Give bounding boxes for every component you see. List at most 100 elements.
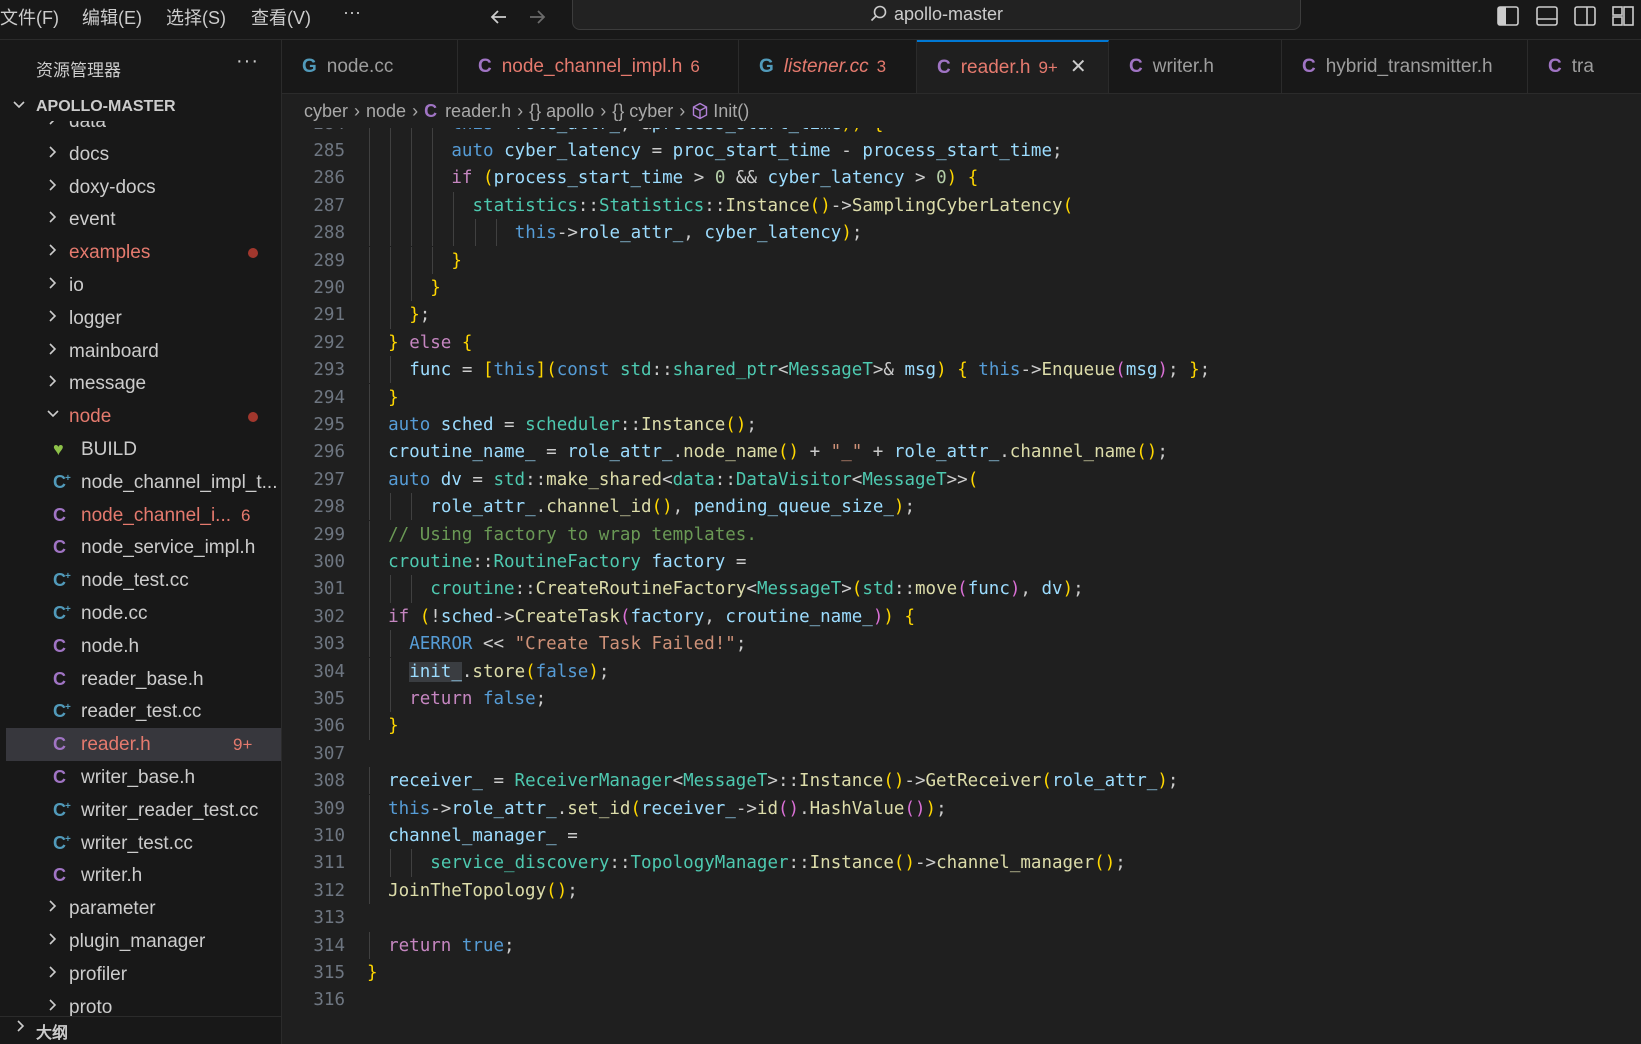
breadcrumb-function[interactable]: Init() — [713, 101, 749, 121]
indent-guide — [369, 547, 370, 576]
chevron-right-icon — [46, 925, 60, 958]
tree-item-node-h[interactable]: Cnode.h — [6, 630, 281, 663]
line-number: 310 — [313, 825, 345, 846]
tree-item-writer-test-cc[interactable]: C + writer_test.cc — [6, 827, 281, 860]
tree-item-label: logger — [69, 307, 122, 329]
line-number: 300 — [313, 551, 345, 572]
menu-select[interactable]: 选择(S) — [166, 4, 226, 30]
close-icon[interactable]: ✕ — [1070, 56, 1087, 78]
c-icon: C — [53, 734, 66, 755]
code-line: auto cyber_latency = proc_start_time - p… — [451, 140, 1063, 161]
code-line: } — [367, 962, 378, 983]
workspace-root-label: APOLLO-MASTER — [36, 98, 176, 115]
line-number: 309 — [313, 798, 345, 819]
tree-item-examples[interactable]: examples — [6, 236, 281, 269]
breadcrumb-namespace-cyber[interactable]: {} cyber — [612, 101, 673, 121]
indent-guide — [369, 520, 370, 548]
tree-item-build[interactable]: ♥ BUILD — [6, 433, 281, 466]
code-line: channel_manager_ = — [388, 825, 578, 846]
indent-guide — [390, 849, 392, 877]
tree-item-mainboard[interactable]: mainboard — [6, 335, 281, 368]
tree-item-event[interactable]: event — [6, 203, 281, 236]
tree-item-message[interactable]: message — [6, 367, 281, 400]
breadcrumb-separator-icon: › — [679, 101, 686, 121]
tree-item-node-test-cc[interactable]: C + node_test.cc — [6, 564, 281, 597]
explorer-more-icon[interactable]: ··· — [236, 50, 259, 73]
tree-item-plugin-manager[interactable]: plugin_manager — [6, 925, 281, 958]
chevron-down-icon — [13, 101, 25, 109]
indent-guide — [390, 630, 392, 658]
back-arrow-icon[interactable] — [488, 6, 510, 34]
breadcrumb-separator-icon: › — [517, 101, 524, 121]
code-line: JoinTheTopology(); — [388, 880, 578, 901]
tree-item-data[interactable]: data — [6, 121, 281, 138]
search-icon — [870, 5, 887, 22]
tree-item-node-channel-i[interactable]: Cnode_channel_i... 6 — [6, 499, 281, 532]
tab-reader-h[interactable]: Creader.h 9+ ✕ — [917, 40, 1109, 93]
forward-arrow-icon[interactable] — [526, 6, 548, 34]
line-number: 304 — [313, 661, 345, 682]
tree-item-docs[interactable]: docs — [6, 138, 281, 171]
indent-guide — [369, 684, 370, 713]
tree-item-node-service-impl-h[interactable]: Cnode_service_impl.h — [6, 531, 281, 564]
menu-edit[interactable]: 编辑(E) — [82, 4, 142, 30]
indent-guide — [411, 575, 413, 603]
code-editor[interactable]: 284this->role_attr_, &process_start_time… — [282, 128, 1641, 1044]
menu-file[interactable]: 文件(F) — [0, 4, 59, 30]
outline-section[interactable]: 大纲 — [0, 1016, 281, 1044]
tree-item-label: node_channel_i... — [81, 504, 232, 526]
tree-item-writer-base-h[interactable]: Cwriter_base.h — [6, 761, 281, 794]
breadcrumb-node[interactable]: node — [366, 101, 406, 121]
indent-guide — [411, 164, 413, 192]
tab-writer-h[interactable]: Cwriter.h — [1109, 40, 1282, 93]
indent-guide — [369, 602, 370, 631]
tree-item-label: doxy-docs — [69, 176, 156, 198]
tree-item-node-channel-impl-t[interactable]: C + node_channel_impl_t... — [6, 466, 281, 499]
code-line: }; — [409, 305, 431, 326]
tab-label: hybrid_transmitter.h — [1325, 56, 1493, 77]
line-number: 313 — [313, 908, 345, 929]
tree-item-io[interactable]: io — [6, 269, 281, 302]
tree-item-node-cc[interactable]: C + node.cc — [6, 597, 281, 630]
command-center[interactable]: apollo-master — [572, 0, 1301, 30]
toggle-panel-icon[interactable] — [1536, 6, 1558, 26]
breadcrumb-file[interactable]: reader.h — [445, 101, 511, 121]
customize-layout-icon[interactable] — [1612, 6, 1634, 26]
code-line: service_discovery::TopologyManager::Inst… — [430, 853, 1126, 874]
tab-listener-cc[interactable]: Glistener.cc 3 — [739, 40, 917, 93]
line-number: 295 — [313, 414, 345, 435]
tree-item-parameter[interactable]: parameter — [6, 892, 281, 925]
tab-problem-count: 3 — [876, 57, 887, 76]
tree-item-logger[interactable]: logger — [6, 302, 281, 335]
tab-tra[interactable]: Ctra — [1528, 40, 1641, 93]
toggle-sidebar-icon[interactable] — [1497, 6, 1519, 26]
chevron-down-icon — [46, 400, 60, 433]
explorer-title: 资源管理器 — [36, 61, 121, 80]
menu-view[interactable]: 查看(V) — [251, 4, 311, 30]
line-number: 294 — [313, 387, 345, 408]
tab-node-cc[interactable]: Gnode.cc — [282, 40, 458, 93]
tree-item-reader-h[interactable]: Creader.h 9+ — [6, 728, 281, 762]
code-line: croutine::CreateRoutineFactory<MessageT>… — [430, 579, 1084, 600]
breadcrumb-namespace-apollo[interactable]: {} apollo — [529, 101, 594, 121]
tree-item-label: docs — [69, 143, 110, 165]
tree-item-doxy-docs[interactable]: doxy-docs — [6, 171, 281, 204]
menu-more-icon[interactable]: ··· — [343, 2, 361, 23]
tab-node-channel-impl-h[interactable]: Cnode_channel_impl.h 6 — [458, 40, 739, 93]
chevron-right-icon — [46, 203, 60, 236]
c-icon: C — [1548, 56, 1562, 77]
tab-hybrid-transmitter-h[interactable]: Chybrid_transmitter.h — [1282, 40, 1528, 93]
tree-item-writer-h[interactable]: Cwriter.h — [6, 859, 281, 892]
tree-item-node[interactable]: node — [6, 400, 281, 433]
toggle-secondary-sidebar-icon[interactable] — [1574, 6, 1596, 26]
tree-item-profiler[interactable]: profiler — [6, 958, 281, 991]
tree-item-reader-test-cc[interactable]: C + reader_test.cc — [6, 695, 281, 728]
indent-guide — [390, 575, 392, 603]
breadcrumb-cyber[interactable]: cyber — [304, 101, 348, 121]
tree-item-proto[interactable]: proto — [6, 991, 281, 1016]
workspace-root[interactable]: APOLLO-MASTER — [12, 98, 176, 116]
line-number: 299 — [313, 524, 345, 545]
chevron-right-icon — [46, 138, 60, 171]
tree-item-writer-reader-test-cc[interactable]: C + writer_reader_test.cc — [6, 794, 281, 827]
tree-item-reader-base-h[interactable]: Creader_base.h — [6, 663, 281, 696]
